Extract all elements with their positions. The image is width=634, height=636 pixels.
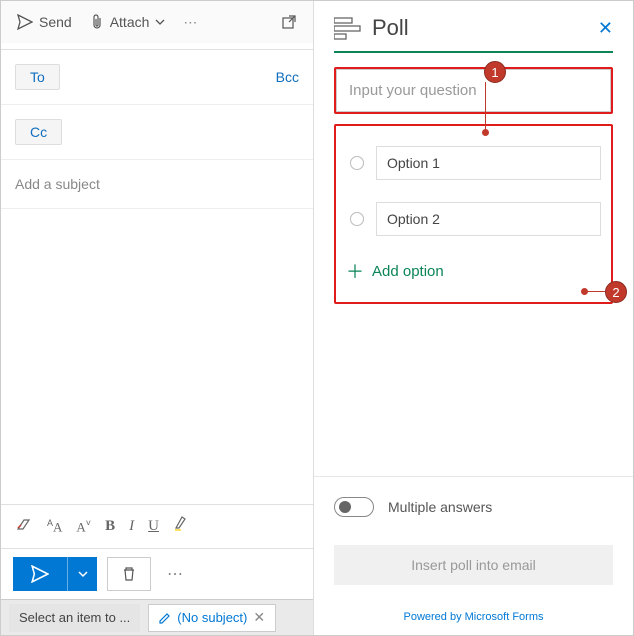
highlight-button[interactable] — [173, 516, 189, 537]
tab-select-item[interactable]: Select an item to ... — [9, 604, 140, 632]
multiple-toggle[interactable] — [334, 497, 374, 517]
italic-button[interactable]: I — [129, 518, 134, 535]
more-actions-button[interactable]: ⋯ — [177, 10, 205, 35]
chevron-down-icon — [78, 569, 88, 579]
annotation-badge-2: 2 — [605, 281, 627, 303]
option-row — [346, 196, 601, 252]
font-size-up-icon[interactable]: AA — [47, 518, 62, 535]
tab-strip: Select an item to ... (No subject) ✕ — [1, 599, 313, 635]
action-bar: ⋯ — [1, 548, 313, 599]
annotation-line-1 — [485, 82, 486, 132]
send-icon — [17, 14, 33, 30]
option-radio[interactable] — [350, 156, 364, 170]
poll-header: Poll ✕ — [314, 1, 633, 51]
add-option-label: Add option — [372, 263, 444, 280]
send-split-button — [13, 557, 97, 591]
option-radio[interactable] — [350, 212, 364, 226]
option-row — [346, 140, 601, 196]
send-options-button[interactable] — [67, 557, 97, 591]
question-input[interactable] — [337, 70, 610, 111]
discard-button[interactable] — [107, 557, 151, 591]
multiple-label: Multiple answers — [388, 499, 492, 515]
pencil-icon — [159, 612, 171, 624]
bold-button[interactable]: B — [105, 518, 115, 535]
poll-pane: Poll ✕ ＋ Add optio — [314, 1, 633, 635]
bcc-link[interactable]: Bcc — [276, 69, 299, 85]
message-body[interactable] — [1, 209, 313, 504]
toggle-knob — [339, 501, 351, 513]
tab-label: (No subject) — [177, 610, 247, 625]
paperclip-icon — [90, 14, 104, 30]
recipients-block: To Bcc Cc — [1, 49, 313, 160]
attach-button[interactable]: Attach — [84, 10, 172, 34]
trash-icon — [121, 566, 137, 582]
poll-title: Poll — [372, 15, 409, 41]
send-button[interactable]: Send — [11, 10, 78, 34]
powered-by[interactable]: Powered by Microsoft Forms — [314, 593, 633, 635]
annotation-line-2 — [587, 291, 605, 292]
tab-no-subject[interactable]: (No subject) ✕ — [148, 604, 276, 632]
question-callout-highlight — [334, 67, 613, 114]
send-label: Send — [39, 14, 72, 30]
options-callout-highlight: ＋ Add option — [334, 124, 613, 304]
insert-poll-button[interactable]: Insert poll into email — [334, 545, 613, 585]
popout-button[interactable] — [275, 10, 303, 34]
annotation-dot-1 — [482, 129, 489, 136]
poll-close-button[interactable]: ✕ — [598, 18, 613, 39]
cc-button[interactable]: Cc — [15, 119, 62, 145]
to-button[interactable]: To — [15, 64, 60, 90]
underline-button[interactable]: U — [148, 518, 159, 535]
attach-label: Attach — [110, 14, 150, 30]
subject-row — [1, 160, 313, 209]
multiple-answers-row: Multiple answers — [314, 476, 633, 537]
send-icon — [31, 565, 49, 583]
tab-label: Select an item to ... — [19, 610, 130, 625]
annotation-dot-2 — [581, 288, 588, 295]
format-toolbar: AA A˅ B I U — [1, 504, 313, 548]
poll-icon — [334, 16, 362, 40]
option-input-2[interactable] — [376, 202, 601, 236]
cc-row: Cc — [1, 105, 313, 160]
format-clear-icon[interactable] — [15, 516, 33, 537]
close-icon[interactable]: ✕ — [253, 609, 265, 626]
add-option-button[interactable]: ＋ Add option — [346, 252, 601, 284]
subject-input[interactable] — [15, 176, 299, 192]
chevron-down-icon — [155, 17, 165, 27]
send-main-button[interactable] — [13, 557, 67, 591]
annotation-badge-1: 1 — [484, 61, 506, 83]
to-row: To Bcc — [1, 50, 313, 105]
popout-icon — [281, 14, 297, 30]
option-input-1[interactable] — [376, 146, 601, 180]
more-actions-bottom[interactable]: ⋯ — [161, 560, 191, 588]
font-size-down-icon[interactable]: A˅ — [76, 518, 91, 535]
poll-content: ＋ Add option — [314, 53, 633, 466]
compose-toolbar: Send Attach ⋯ — [1, 1, 313, 43]
compose-pane: Send Attach ⋯ To Bcc Cc — [1, 1, 314, 635]
plus-icon: ＋ — [346, 258, 364, 284]
